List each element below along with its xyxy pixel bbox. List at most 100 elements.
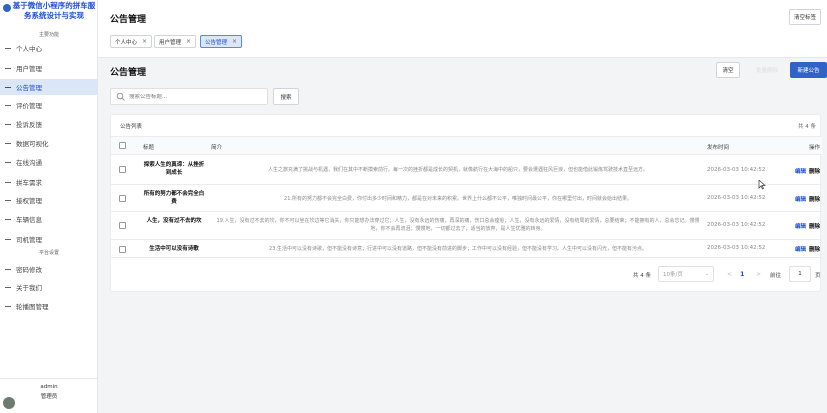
tab-profile[interactable]: 个人中心 × bbox=[110, 35, 153, 48]
clear-button[interactable]: 清空 bbox=[716, 62, 740, 78]
sidebar-item-password[interactable]: 密码修改 bbox=[0, 261, 98, 277]
page-title: 公告管理 bbox=[110, 68, 147, 78]
sidebar-item-label: 接权管理 bbox=[16, 197, 42, 205]
sidebar-item-visualization[interactable]: 数据可视化 bbox=[0, 135, 98, 151]
sidebar: 基于微信小程序的拼车服务系统设计与实现 主要功能 个人中心 用户管理 公告管理 … bbox=[0, 0, 98, 413]
tab-users[interactable]: 用户管理 × bbox=[154, 35, 197, 48]
row-summary: 21.所有的努力都不会完全白费，你付出多少时间和精力，都是在对未来的积累。世界上… bbox=[284, 196, 632, 202]
sidebar-item-users[interactable]: 用户管理 bbox=[0, 60, 98, 76]
close-icon[interactable]: × bbox=[186, 38, 191, 45]
dash-icon bbox=[5, 199, 11, 201]
edit-link[interactable]: 编辑 bbox=[795, 245, 806, 253]
sidebar-item-permissions[interactable]: 接权管理 bbox=[0, 192, 98, 208]
edit-link[interactable]: 编辑 bbox=[795, 222, 806, 230]
search-button[interactable]: 搜索 bbox=[273, 88, 299, 105]
sidebar-item-label: 车辆信息 bbox=[16, 216, 42, 224]
delete-link[interactable]: 删除 bbox=[809, 245, 820, 253]
row-title: 所有的努力都不会完全白费 bbox=[143, 191, 205, 205]
row-time: 2026-03-03 10:42:52 bbox=[707, 222, 766, 228]
dash-icon bbox=[5, 161, 11, 163]
row-summary: 人生之旅充满了挑战与机遇，我们在其中不断摸索前行。每一次的挫折都是成长的契机，就… bbox=[267, 167, 648, 173]
sidebar-item-carpool-requests[interactable]: 拼车需求 bbox=[0, 174, 98, 190]
sidebar-item-label: 密码修改 bbox=[16, 266, 42, 274]
sidebar-item-profile[interactable]: 个人中心 bbox=[0, 40, 98, 56]
user-name: admin bbox=[40, 384, 58, 390]
search-icon bbox=[116, 92, 125, 101]
sidebar-item-label: 在线沟通 bbox=[16, 159, 42, 167]
batch-delete-button[interactable]: 批量删除 bbox=[752, 62, 782, 78]
section-label-platform: 平台设置 bbox=[38, 250, 59, 256]
header-title: 标题 bbox=[143, 145, 155, 151]
row-time: 2026-03-03 10:42:52 bbox=[707, 195, 766, 201]
avatar[interactable] bbox=[3, 397, 15, 409]
search-box[interactable] bbox=[110, 88, 268, 105]
announcement-table-card: 公告列表 共 4 条 标题 简介 发布时间 操作 探索人生的真谛：从挫折到成长 … bbox=[110, 114, 822, 292]
new-announcement-button[interactable]: 新建公告 bbox=[790, 62, 827, 78]
header-time: 发布时间 bbox=[707, 145, 730, 151]
table-row: 生活中可以没有诗歌 23.生活中可以没有诗歌，但不能没有诗意；行进中可以没有道路… bbox=[111, 240, 822, 258]
logo-icon bbox=[3, 4, 11, 12]
delete-link[interactable]: 删除 bbox=[809, 167, 820, 175]
dash-icon bbox=[5, 268, 11, 270]
table-row: 人生，没有过不去的坎 19.人生，没有过不去的坎，你不可以坐在坎边等它消失，你只… bbox=[111, 212, 822, 240]
header-summary: 简介 bbox=[211, 145, 223, 151]
dash-icon bbox=[5, 286, 11, 288]
tab-label: 个人中心 bbox=[115, 39, 138, 46]
row-summary: 23.生活中可以没有诗歌，但不能没有诗意；行进中可以没有道路，但不能没有前进的脚… bbox=[269, 246, 647, 252]
tab-label: 用户管理 bbox=[159, 39, 182, 46]
dash-icon bbox=[5, 104, 11, 106]
clear-tabs-button[interactable]: 清空标签 bbox=[789, 9, 821, 25]
sidebar-item-label: 用户管理 bbox=[16, 65, 42, 73]
header-actions: 操作 bbox=[809, 145, 821, 151]
row-checkbox[interactable] bbox=[119, 166, 126, 173]
top-title: 公告管理 bbox=[110, 15, 147, 25]
row-title: 探索人生的真谛：从挫折到成长 bbox=[143, 162, 205, 176]
sidebar-item-label: 数据可视化 bbox=[16, 140, 49, 148]
row-checkbox[interactable] bbox=[119, 195, 126, 202]
sidebar-item-announcements[interactable]: 公告管理 bbox=[0, 79, 98, 95]
table-row: 所有的努力都不会完全白费 21.所有的努力都不会完全白费，你付出多少时间和精力，… bbox=[111, 185, 822, 212]
next-page-button[interactable]: > bbox=[756, 271, 761, 278]
card-header: 公告列表 共 4 条 bbox=[111, 115, 822, 137]
mouse-cursor-icon bbox=[758, 180, 766, 190]
row-time: 2026-03-03 10:42:52 bbox=[707, 245, 766, 251]
edit-link[interactable]: 编辑 bbox=[795, 195, 806, 203]
sidebar-item-label: 个人中心 bbox=[16, 45, 42, 53]
sidebar-item-carousel[interactable]: 轮播图管理 bbox=[0, 298, 98, 314]
row-checkbox[interactable] bbox=[119, 222, 126, 229]
sidebar-item-label: 拼车需求 bbox=[16, 179, 42, 187]
sidebar-item-chat[interactable]: 在线沟通 bbox=[0, 154, 98, 170]
sidebar-item-reviews[interactable]: 评价管理 bbox=[0, 97, 98, 113]
sidebar-item-about[interactable]: 关于我们 bbox=[0, 279, 98, 295]
delete-link[interactable]: 删除 bbox=[809, 195, 820, 203]
dash-icon bbox=[5, 181, 11, 183]
sidebar-item-complaints[interactable]: 投诉反馈 bbox=[0, 116, 98, 132]
user-box[interactable]: admin 管理员 bbox=[0, 378, 98, 413]
dash-icon bbox=[5, 305, 11, 307]
close-icon[interactable]: × bbox=[142, 38, 147, 45]
tab-announcements[interactable]: 公告管理 × bbox=[200, 35, 243, 48]
search-input[interactable] bbox=[129, 93, 259, 100]
record-count: 共 4 条 bbox=[798, 124, 816, 130]
page-number-current[interactable]: 1 bbox=[740, 270, 745, 278]
goto-label: 前往 bbox=[770, 273, 782, 279]
sidebar-item-label: 关于我们 bbox=[16, 284, 42, 292]
row-time: 2026-03-03 10:42:52 bbox=[707, 167, 766, 173]
tab-label: 公告管理 bbox=[205, 39, 228, 46]
row-checkbox[interactable] bbox=[119, 246, 126, 253]
sidebar-item-label: 评价管理 bbox=[16, 102, 42, 110]
topbar: 公告管理 清空标签 个人中心 × 用户管理 × 公告管理 × bbox=[98, 0, 827, 58]
table-header: 标题 简介 发布时间 操作 bbox=[111, 137, 822, 155]
edit-link[interactable]: 编辑 bbox=[795, 167, 806, 175]
sidebar-item-drivers[interactable]: 司机管理 bbox=[0, 231, 98, 247]
prev-page-button[interactable]: < bbox=[727, 271, 732, 278]
card-title: 公告列表 bbox=[120, 124, 143, 130]
page-size-select[interactable]: 10条/页 ⌄ bbox=[658, 266, 714, 282]
select-all-checkbox[interactable] bbox=[119, 142, 126, 149]
brand-title: 基于微信小程序的拼车服务系统设计与实现 bbox=[12, 1, 96, 20]
goto-page-input[interactable]: 1 bbox=[789, 266, 811, 282]
close-icon[interactable]: × bbox=[232, 38, 237, 45]
dash-icon bbox=[5, 218, 11, 220]
delete-link[interactable]: 删除 bbox=[809, 222, 820, 230]
sidebar-item-vehicles[interactable]: 车辆信息 bbox=[0, 211, 98, 227]
